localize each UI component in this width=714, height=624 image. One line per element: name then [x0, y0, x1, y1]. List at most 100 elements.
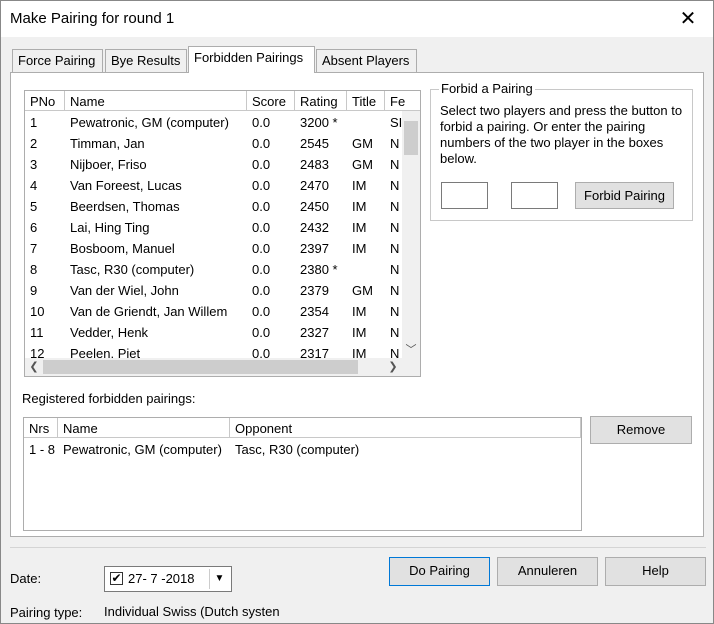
player-score[interactable]: 0.0	[252, 280, 270, 301]
tab-bye-results[interactable]: Bye Results	[105, 49, 187, 73]
player-title[interactable]: GM	[352, 280, 373, 301]
player-title[interactable]: IM	[352, 175, 366, 196]
player-federation[interactable]: N	[390, 301, 399, 322]
player-score[interactable]: 0.0	[252, 322, 270, 343]
tab-absent-players[interactable]: Absent Players	[316, 49, 417, 73]
player-score[interactable]: 0.0	[252, 301, 270, 322]
player-title[interactable]: IM	[352, 322, 366, 343]
column-header-nrs[interactable]: Nrs	[24, 418, 58, 438]
player-name[interactable]: Nijboer, Friso	[70, 154, 147, 175]
player-score[interactable]: 0.0	[252, 238, 270, 259]
player-pno[interactable]: 3	[30, 154, 37, 175]
tab-forbidden-pairings[interactable]: Forbidden Pairings	[188, 46, 315, 73]
scroll-left-icon[interactable]: ❮	[25, 360, 43, 373]
player-rating[interactable]: 2379	[300, 280, 329, 301]
player-name[interactable]: Van de Griendt, Jan Willem	[70, 301, 227, 322]
player-federation[interactable]: N	[390, 280, 399, 301]
player-score[interactable]: 0.0	[252, 112, 270, 133]
player-rating[interactable]: 2327	[300, 322, 329, 343]
player1-number-field[interactable]	[441, 182, 488, 209]
player-federation[interactable]: N	[390, 133, 399, 154]
registered-row-nrs[interactable]: 1 - 8	[29, 439, 55, 460]
player-name[interactable]: Bosboom, Manuel	[70, 238, 175, 259]
column-header-name[interactable]: Name	[65, 91, 247, 111]
player-rating[interactable]: 2397	[300, 238, 329, 259]
player-rating[interactable]: 2432	[300, 217, 329, 238]
player-score[interactable]: 0.0	[252, 133, 270, 154]
player-pno[interactable]: 1	[30, 112, 37, 133]
player-pno[interactable]: 11	[30, 322, 44, 343]
player-rating[interactable]: 2450	[300, 196, 329, 217]
tab-force-pairing[interactable]: Force Pairing	[12, 49, 103, 73]
player-federation[interactable]: N	[390, 196, 399, 217]
player-federation[interactable]: N	[390, 175, 399, 196]
player-pno[interactable]: 10	[30, 301, 44, 322]
player-score[interactable]: 0.0	[252, 196, 270, 217]
player-pno[interactable]: 8	[30, 259, 37, 280]
player-title[interactable]: IM	[352, 196, 366, 217]
registered-row-opponent[interactable]: Tasc, R30 (computer)	[235, 439, 359, 460]
player-pno[interactable]: 9	[30, 280, 37, 301]
cancel-button[interactable]: Annuleren	[497, 557, 598, 586]
player-pno[interactable]: 4	[30, 175, 37, 196]
column-header-title[interactable]: Title	[347, 91, 385, 111]
player-title[interactable]: IM	[352, 238, 366, 259]
player-federation[interactable]: N	[390, 238, 399, 259]
scroll-down-icon[interactable]: ﹀	[402, 341, 420, 357]
column-header-federation[interactable]: Fe	[385, 91, 420, 111]
do-pairing-button[interactable]: Do Pairing	[389, 557, 490, 586]
forbid-pairing-button[interactable]: Forbid Pairing	[575, 182, 674, 209]
player-name[interactable]: Vedder, Henk	[70, 322, 148, 343]
column-header-pno[interactable]: PNo	[25, 91, 65, 111]
player-federation[interactable]: SI	[390, 112, 402, 133]
player-name[interactable]: Lai, Hing Ting	[70, 217, 150, 238]
player-score[interactable]: 0.0	[252, 259, 270, 280]
player-federation[interactable]: N	[390, 322, 399, 343]
player-score[interactable]: 0.0	[252, 154, 270, 175]
player-name[interactable]: Pewatronic, GM (computer)	[70, 112, 229, 133]
player-rating[interactable]: 3200 *	[300, 112, 338, 133]
player-name[interactable]: Beerdsen, Thomas	[70, 196, 180, 217]
player-title[interactable]: GM	[352, 133, 373, 154]
date-value[interactable]: 27- 7 -2018	[128, 571, 195, 586]
player-name[interactable]: Van der Wiel, John	[70, 280, 179, 301]
player-title[interactable]: GM	[352, 154, 373, 175]
players-horizontal-scrollbar[interactable]: ❮ ❯	[25, 358, 404, 376]
column-header-opponent[interactable]: Opponent	[230, 418, 581, 438]
horizontal-scroll-thumb[interactable]	[43, 360, 358, 374]
date-checkbox[interactable]: ✔	[110, 572, 123, 585]
player-rating[interactable]: 2483	[300, 154, 329, 175]
vertical-scroll-thumb[interactable]	[404, 121, 418, 155]
player-rating[interactable]: 2545	[300, 133, 329, 154]
player-pno[interactable]: 2	[30, 133, 37, 154]
players-list[interactable]: PNo Name Score Rating Title Fe 1 Pewatron…	[24, 90, 421, 377]
player-score[interactable]: 0.0	[252, 217, 270, 238]
player-rating[interactable]: 2380 *	[300, 259, 338, 280]
column-header-score[interactable]: Score	[247, 91, 295, 111]
player-name[interactable]: Timman, Jan	[70, 133, 145, 154]
player-rating[interactable]: 2354	[300, 301, 329, 322]
player-pno[interactable]: 6	[30, 217, 37, 238]
scroll-right-icon[interactable]: ❯	[384, 360, 402, 373]
player-federation[interactable]: N	[390, 154, 399, 175]
player-title[interactable]: IM	[352, 301, 366, 322]
player-pno[interactable]: 5	[30, 196, 37, 217]
player-rating[interactable]: 2470	[300, 175, 329, 196]
help-button[interactable]: Help	[605, 557, 706, 586]
close-icon[interactable]: ✕	[677, 6, 699, 30]
registered-row-name[interactable]: Pewatronic, GM (computer)	[63, 439, 222, 460]
remove-button[interactable]: Remove	[590, 416, 692, 444]
player-title[interactable]: IM	[352, 217, 366, 238]
date-picker[interactable]: ✔ 27- 7 -2018 ▼	[104, 566, 232, 592]
player-federation[interactable]: N	[390, 259, 399, 280]
player2-number-field[interactable]	[511, 182, 558, 209]
column-header-rating[interactable]: Rating	[295, 91, 347, 111]
column-header-pairing-name[interactable]: Name	[58, 418, 230, 438]
players-vertical-scrollbar[interactable]: ﹀	[402, 111, 420, 360]
player-federation[interactable]: N	[390, 217, 399, 238]
player-score[interactable]: 0.0	[252, 175, 270, 196]
player-name[interactable]: Van Foreest, Lucas	[70, 175, 182, 196]
registered-pairings-list[interactable]: Nrs Name Opponent 1 - 8 Pewatronic, GM (…	[23, 417, 582, 531]
player-name[interactable]: Tasc, R30 (computer)	[70, 259, 194, 280]
player-pno[interactable]: 7	[30, 238, 37, 259]
